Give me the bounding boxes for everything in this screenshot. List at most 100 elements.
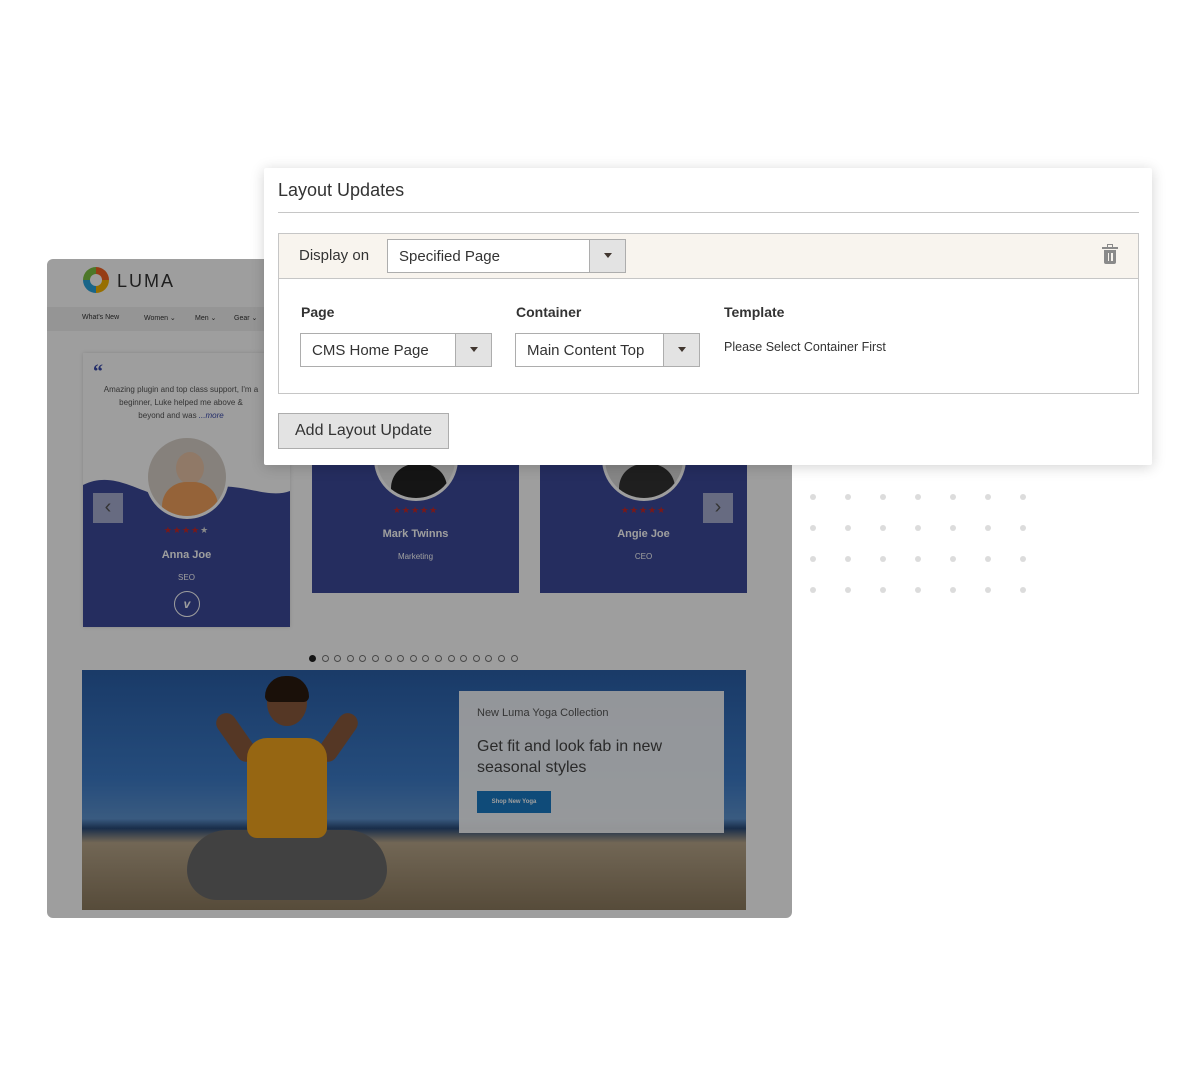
store-nav-item[interactable]: Gear ⌄: [234, 314, 257, 322]
panel-title: Layout Updates: [278, 180, 405, 200]
store-nav-item[interactable]: Women ⌄: [144, 314, 176, 322]
display-on-select[interactable]: Specified Page: [387, 239, 626, 273]
avatar: [145, 435, 229, 519]
chevron-down-icon: [678, 347, 686, 352]
decorative-dot: [810, 587, 816, 593]
trash-can: [1104, 250, 1116, 264]
decorative-dot: [845, 494, 851, 500]
promo-box: New Luma Yoga Collection Get fit and loo…: [459, 691, 724, 833]
pager-dot[interactable]: [434, 655, 442, 662]
pager-dot[interactable]: [346, 655, 354, 662]
pager-dot[interactable]: [510, 655, 518, 662]
decorative-dot: [950, 494, 956, 500]
avatar-body: [391, 464, 447, 498]
decorative-dot: [880, 587, 886, 593]
trash-lid: [1102, 247, 1118, 249]
decorative-dot: [985, 525, 991, 531]
testimonial-text-main: Amazing plugin and top class support, I'…: [103, 385, 259, 407]
testimonial-card: ★★★★★ Mark Twinns Marketing: [312, 417, 519, 593]
page-label: Page: [301, 304, 335, 320]
decorative-dot: [1020, 494, 1026, 500]
decorative-dot: [950, 525, 956, 531]
decorative-dot: [810, 494, 816, 500]
decorative-dot: [915, 556, 921, 562]
promo-kicker: New Luma Yoga Collection: [477, 707, 609, 719]
decorative-dot: [845, 587, 851, 593]
slider-pager: [309, 649, 523, 662]
testimonial-card: “ Amazing plugin and top class support, …: [83, 353, 290, 627]
yoga-torso: [247, 738, 327, 838]
star-rating: ★★★★★: [163, 525, 210, 535]
member-name: Anna Joe: [161, 549, 212, 561]
pager-dot[interactable]: [409, 655, 417, 662]
container-label: Container: [516, 304, 582, 320]
avatar-body: [619, 464, 675, 498]
template-label: Template: [724, 304, 785, 320]
decorative-dot: [985, 556, 991, 562]
canvas: LUMA What's New Women ⌄ Men ⌄ Gear ⌄ “ A…: [0, 0, 1200, 1080]
yoga-legs: [187, 830, 387, 900]
pager-dot[interactable]: [384, 655, 392, 662]
star-rating: ★★★★★: [392, 505, 439, 515]
decorative-dot: [845, 556, 851, 562]
shop-new-yoga-button[interactable]: Shop New Yoga: [477, 791, 551, 813]
decorative-dot: [880, 525, 886, 531]
store-nav-item[interactable]: Men ⌄: [195, 314, 216, 322]
avatar-body: [162, 482, 218, 516]
decorative-dot: [810, 525, 816, 531]
decorative-dot: [1020, 556, 1026, 562]
decorative-dot: [1020, 587, 1026, 593]
container-dropdown-button[interactable]: [663, 334, 699, 366]
layout-updates-panel: Layout Updates Display on Specified Page…: [264, 168, 1152, 465]
decorative-dot: [985, 494, 991, 500]
panel-divider: [278, 212, 1139, 213]
display-on-value: Specified Page: [399, 248, 500, 265]
decorative-dot: [915, 525, 921, 531]
yoga-figure: [167, 676, 417, 910]
decorative-dot: [950, 587, 956, 593]
decorative-dot: [985, 587, 991, 593]
slider-next-arrow-icon[interactable]: ›: [703, 493, 733, 523]
pager-dot[interactable]: [371, 655, 379, 662]
decorative-dot: [810, 556, 816, 562]
fieldset-header: Display on Specified Page: [279, 234, 1138, 279]
store-logo-text: LUMA: [117, 271, 176, 291]
vimeo-icon[interactable]: v: [174, 591, 200, 617]
decorative-dot: [845, 525, 851, 531]
display-on-dropdown-button[interactable]: [589, 240, 625, 272]
template-message: Please Select Container First: [724, 340, 886, 354]
pager-dot[interactable]: [447, 655, 455, 662]
store-nav-item[interactable]: What's New: [82, 314, 119, 321]
chevron-down-icon: [604, 253, 612, 258]
pager-dot[interactable]: [472, 655, 480, 662]
page-value: CMS Home Page: [312, 342, 429, 359]
page-dropdown-button[interactable]: [455, 334, 491, 366]
slider-prev-arrow-icon[interactable]: ‹: [93, 493, 123, 523]
decorative-dot: [880, 494, 886, 500]
decorative-dot: [915, 494, 921, 500]
promo-title: Get fit and look fab in new seasonal sty…: [477, 738, 662, 776]
decorative-dot: [880, 556, 886, 562]
testimonial-card: ★★★★★ Angie Joe CEO: [540, 417, 747, 593]
testimonial-text-end: beyond and was: [138, 411, 199, 420]
testimonial-text: Amazing plugin and top class support, I'…: [91, 383, 271, 422]
member-name: Mark Twinns: [382, 528, 449, 540]
pager-dot[interactable]: [309, 655, 316, 662]
pager-dot[interactable]: [497, 655, 505, 662]
member-role: Marketing: [397, 552, 434, 561]
page-select[interactable]: CMS Home Page: [300, 333, 492, 367]
luma-logo-icon: [83, 267, 109, 293]
container-select[interactable]: Main Content Top: [515, 333, 700, 367]
decorative-dot: [1020, 525, 1026, 531]
more-link[interactable]: ...more: [199, 411, 224, 420]
member-role: SEO: [178, 573, 195, 582]
display-on-label: Display on: [299, 247, 370, 264]
trash-icon[interactable]: [1102, 244, 1118, 264]
decorative-dot: [915, 587, 921, 593]
pager-dot[interactable]: [321, 655, 329, 662]
add-layout-update-button[interactable]: Add Layout Update: [278, 413, 449, 449]
layout-update-fieldset: Display on Specified Page Page CMS Home …: [278, 233, 1139, 394]
yoga-hair: [265, 676, 309, 702]
avatar-head: [176, 452, 204, 484]
member-name: Angie Joe: [617, 528, 670, 540]
